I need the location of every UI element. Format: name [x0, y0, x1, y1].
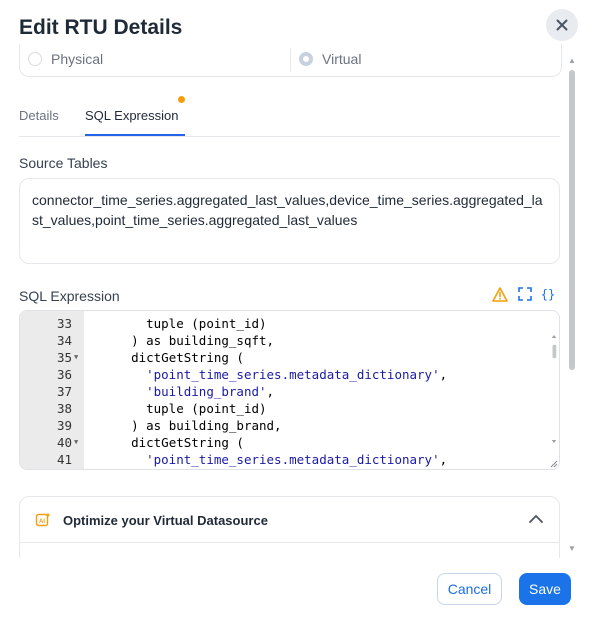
code-punctuation: , [266, 384, 275, 399]
code-text: ) as building_sqft, [116, 332, 274, 349]
svg-text:AI: AI [39, 519, 45, 525]
optimize-title: Optimize your Virtual Datasource [63, 513, 268, 528]
expand-icon[interactable] [517, 286, 533, 302]
line-number: 34 [56, 333, 72, 348]
source-tables-field[interactable]: connector_time_series.aggregated_last_va… [19, 178, 560, 264]
edit-rtu-dialog: Edit RTU Details ▲ ▼ Physical Virtual De… [0, 0, 597, 627]
code-text: dictGetString ( [116, 434, 244, 451]
code-line: 37 'building_brand', [20, 383, 559, 400]
code-token: ) as building_brand, [131, 418, 282, 433]
code-text: tuple (point_id) [116, 315, 267, 332]
scroll-up-icon[interactable]: ▲ [568, 56, 576, 65]
code-line: 41 'point_time_series.metadata_dictionar… [20, 451, 559, 468]
radio-physical[interactable]: Physical [28, 51, 103, 67]
dialog-footer [0, 558, 597, 627]
code-line: 38 tuple (point_id) [20, 400, 559, 417]
sql-code-editor[interactable]: 33 tuple (point_id) 34 ) as building_sqft… [19, 310, 560, 470]
code-token: ) as building_sqft, [131, 333, 275, 348]
svg-text:{}: {} [541, 288, 555, 302]
editor-scrollbar[interactable] [551, 313, 557, 465]
dialog-scrollbar[interactable]: ▲ ▼ [566, 56, 578, 560]
code-punctuation: , [439, 452, 448, 467]
radio-selected-icon [299, 52, 313, 66]
cancel-button[interactable]: Cancel [437, 573, 502, 605]
line-number: 33 [56, 316, 72, 331]
source-tables-label: Source Tables [19, 155, 108, 171]
scrollbar-thumb[interactable] [569, 70, 575, 370]
radio-divider [290, 48, 291, 72]
notification-dot [178, 96, 185, 103]
save-button[interactable]: Save [519, 573, 571, 605]
ai-sparkle-icon: AI [35, 512, 51, 527]
resize-handle-icon[interactable] [549, 459, 558, 468]
fold-arrow-icon[interactable]: ▼ [74, 349, 78, 366]
radio-label: Physical [51, 51, 104, 67]
code-token: tuple (point_id) [146, 401, 267, 416]
close-icon [556, 19, 568, 31]
code-punctuation: , [439, 367, 448, 382]
chevron-up-icon[interactable] [528, 514, 544, 524]
code-line: 34 ) as building_sqft, [20, 332, 559, 349]
code-token: tuple (point_id) [146, 316, 267, 331]
code-line: 36 'point_time_series.metadata_dictionar… [20, 366, 559, 383]
code-text: tuple (point_id) [116, 400, 267, 417]
code-text: ) as building_brand, [116, 417, 282, 434]
source-type-radio-group: Physical Virtual [19, 44, 562, 77]
line-number: 41 [56, 452, 72, 467]
tab-bar: Details SQL Expression [19, 96, 560, 137]
radio-label: Virtual [322, 51, 362, 67]
line-number: 39 [56, 418, 72, 433]
scroll-down-icon[interactable]: ▼ [568, 544, 576, 553]
code-line: 35 ▼ dictGetString ( [20, 349, 559, 366]
code-token: dictGetString ( [131, 350, 244, 365]
code-text: dictGetString ( [116, 349, 244, 366]
radio-virtual[interactable]: Virtual [299, 51, 361, 67]
dialog-title: Edit RTU Details [19, 16, 183, 39]
fold-arrow-icon[interactable]: ▼ [74, 434, 78, 451]
code-token: dictGetString ( [131, 435, 244, 450]
code-line: 33 tuple (point_id) [20, 315, 559, 332]
line-number: 38 [56, 401, 72, 416]
optimize-panel-header[interactable]: AI Optimize your Virtual Datasource [20, 497, 559, 543]
tab-sql-expression[interactable]: SQL Expression [85, 108, 178, 123]
code-string: 'building_brand' [146, 384, 267, 399]
radio-circle-icon [28, 52, 42, 66]
line-number: 40 [56, 435, 72, 450]
line-number: 37 [56, 384, 72, 399]
format-braces-icon[interactable]: {} [540, 286, 556, 302]
code-line: 40 ▼ dictGetString ( [20, 434, 559, 451]
line-number: 36 [56, 367, 72, 382]
code-text: 'point_time_series.metadata_dictionary', [116, 366, 447, 383]
tab-details[interactable]: Details [19, 108, 59, 123]
sql-expression-label: SQL Expression [19, 288, 120, 304]
code-string: 'point_time_series.metadata_dictionary' [146, 452, 440, 467]
code-text: 'point_time_series.metadata_dictionary', [116, 451, 447, 468]
close-button[interactable] [546, 9, 578, 41]
code-string: 'point_time_series.metadata_dictionary' [146, 367, 440, 382]
code-text: 'building_brand', [116, 383, 274, 400]
line-number: 35 [56, 350, 72, 365]
code-line: 39 ) as building_brand, [20, 417, 559, 434]
active-tab-indicator [85, 134, 185, 136]
warning-icon[interactable] [492, 286, 508, 302]
